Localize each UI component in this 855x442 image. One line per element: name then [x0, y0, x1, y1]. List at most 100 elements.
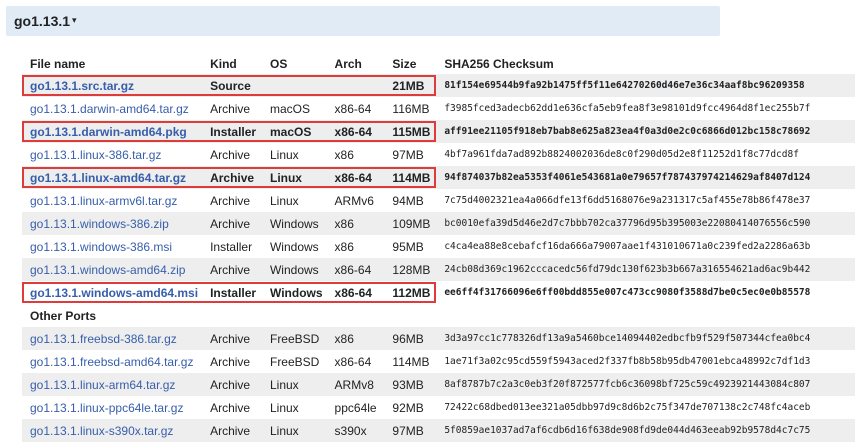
file-link[interactable]: go1.13.1.freebsd-amd64.tar.gz — [22, 350, 203, 373]
file-link[interactable]: go1.13.1.freebsd-386.tar.gz — [22, 327, 203, 350]
os-cell: FreeBSD — [261, 327, 327, 350]
size-cell: 96MB — [384, 327, 437, 350]
file-link[interactable]: go1.13.1.linux-amd64.tar.gz — [22, 166, 203, 189]
file-link[interactable]: go1.13.1.linux-s390x.tar.gz — [22, 419, 203, 442]
kind-cell: Source — [202, 74, 262, 97]
downloads-table: File name Kind OS Arch Size SHA256 Check… — [22, 54, 855, 442]
featured-downloads: go1.13.1.src.tar.gz Source 21MB 81f154e6954… — [22, 74, 855, 304]
kind-cell: Archive — [202, 212, 262, 235]
arch-cell: x86 — [326, 327, 385, 350]
kind-cell: Archive — [202, 373, 262, 396]
table-row: go1.13.1.src.tar.gz Source 21MB 81f154e6954… — [22, 74, 855, 97]
file-link[interactable]: go1.13.1.linux-386.tar.gz — [22, 143, 203, 166]
column-header-size: Size — [392, 57, 417, 71]
arch-cell: x86-64 — [326, 97, 385, 120]
table-row: go1.13.1.linux-ppc64le.tar.gz Archive Linu… — [22, 396, 855, 419]
arch-cell: x86-64 — [326, 258, 385, 281]
size-cell: 112MB — [384, 281, 437, 304]
column-header-arch: Arch — [334, 57, 362, 71]
file-link[interactable]: go1.13.1.linux-armv6l.tar.gz — [22, 189, 203, 212]
file-link[interactable]: go1.13.1.linux-arm64.tar.gz — [22, 373, 203, 396]
file-link[interactable]: go1.13.1.linux-ppc64le.tar.gz — [22, 396, 203, 419]
arch-cell: x86-64 — [326, 350, 385, 373]
os-cell: Linux — [261, 189, 327, 212]
arch-cell: s390x — [326, 419, 385, 442]
os-cell — [261, 74, 327, 97]
file-link[interactable]: go1.13.1.windows-386.zip — [22, 212, 203, 235]
table-row: go1.13.1.freebsd-amd64.tar.gz Archive Free… — [22, 350, 855, 373]
kind-cell: Archive — [202, 327, 262, 350]
column-header-file: File name — [30, 57, 86, 71]
section-row-other-ports: Other Ports — [22, 304, 855, 327]
size-cell: 128MB — [384, 258, 437, 281]
checksum-cell: bc0010efa39d5d46e2d7c7bbb702ca37796d95b3… — [436, 212, 855, 235]
os-cell: Linux — [261, 396, 327, 419]
arch-cell — [326, 74, 385, 97]
size-cell: 97MB — [384, 419, 437, 442]
checksum-cell: 81f154e69544b9fa92b1475ff5f11e64270260d4… — [436, 74, 855, 97]
kind-cell: Archive — [202, 419, 262, 442]
file-link[interactable]: go1.13.1.darwin-amd64.tar.gz — [22, 97, 203, 120]
file-link[interactable]: go1.13.1.src.tar.gz — [22, 74, 203, 97]
table-row: go1.13.1.windows-386.zip Archive Windows x8… — [22, 212, 855, 235]
table-row: go1.13.1.linux-386.tar.gz Archive Linux x86… — [22, 143, 855, 166]
os-cell: Linux — [261, 166, 327, 189]
kind-cell: Archive — [202, 143, 262, 166]
table-row: go1.13.1.windows-386.msi Installer Windows… — [22, 235, 855, 258]
other-ports-downloads: go1.13.1.freebsd-386.tar.gz Archive FreeBS… — [22, 327, 855, 442]
kind-cell: Installer — [202, 281, 262, 304]
table-row: go1.13.1.windows-amd64.zip Archive Windows… — [22, 258, 855, 281]
file-link[interactable]: go1.13.1.windows-amd64.msi — [22, 281, 203, 304]
size-cell: 92MB — [384, 396, 437, 419]
file-link[interactable]: go1.13.1.windows-amd64.zip — [22, 258, 203, 281]
checksum-cell: 1ae71f3a02c95cd559f5943aced2f337fb8b58b9… — [436, 350, 855, 373]
kind-cell: Archive — [202, 258, 262, 281]
table-row: go1.13.1.freebsd-386.tar.gz Archive FreeBS… — [22, 327, 855, 350]
size-cell: 114MB — [384, 350, 437, 373]
os-cell: Linux — [261, 143, 327, 166]
file-link[interactable]: go1.13.1.darwin-amd64.pkg — [22, 120, 203, 143]
checksum-cell: ee6ff4f31766096e6ff00bdd855e007c473cc908… — [436, 281, 855, 304]
kind-cell: Archive — [202, 396, 262, 419]
size-cell: 21MB — [384, 74, 437, 97]
table-row: go1.13.1.darwin-amd64.tar.gz Archive macOS… — [22, 97, 855, 120]
checksum-cell: c4ca4ea88e8cebafcf16da666a79007aae1f4310… — [436, 235, 855, 258]
arch-cell: x86-64 — [326, 120, 385, 143]
size-cell: 116MB — [384, 97, 437, 120]
arch-cell: ppc64le — [326, 396, 385, 419]
checksum-cell: aff91ee21105f918eb7bab8e625a823ea4f0a3d0… — [436, 120, 855, 143]
os-cell: macOS — [261, 97, 327, 120]
table-header-row: File name Kind OS Arch Size SHA256 Check… — [22, 54, 855, 74]
table-row: go1.13.1.darwin-amd64.pkg Installer macOS x… — [22, 120, 855, 143]
version-header[interactable]: go1.13.1 ▾ — [6, 6, 720, 36]
checksum-cell: 8af8787b7c2a3c0eb3f20f872577fcb6c36098bf… — [436, 373, 855, 396]
size-cell: 93MB — [384, 373, 437, 396]
os-cell: Linux — [261, 419, 327, 442]
table-row: go1.13.1.linux-s390x.tar.gz Archive Linux s… — [22, 419, 855, 442]
arch-cell: x86 — [326, 235, 385, 258]
os-cell: Windows — [261, 281, 327, 304]
size-cell: 115MB — [384, 120, 437, 143]
checksum-cell: 7c75d4002321ea4a066dfe13f6dd5168076e9a23… — [436, 189, 855, 212]
size-cell: 95MB — [384, 235, 437, 258]
os-cell: Windows — [261, 212, 327, 235]
collapse-caret-icon[interactable]: ▾ — [72, 15, 77, 26]
arch-cell: x86-64 — [326, 166, 385, 189]
file-link[interactable]: go1.13.1.windows-386.msi — [22, 235, 203, 258]
section-title-other-ports: Other Ports — [22, 304, 855, 327]
os-cell: Windows — [261, 235, 327, 258]
column-header-os: OS — [269, 57, 288, 71]
arch-cell: x86 — [326, 143, 385, 166]
column-header-sha: SHA256 Checksum — [444, 57, 554, 71]
os-cell: Windows — [261, 258, 327, 281]
size-cell: 94MB — [384, 189, 437, 212]
os-cell: Linux — [261, 373, 327, 396]
arch-cell: ARMv6 — [326, 189, 385, 212]
size-cell: 97MB — [384, 143, 437, 166]
checksum-cell: f3985fced3adecb62dd1e636cfa5eb9fea8f3e98… — [436, 97, 855, 120]
kind-cell: Archive — [202, 166, 262, 189]
table-row: go1.13.1.linux-armv6l.tar.gz Archive Linux… — [22, 189, 855, 212]
version-title: go1.13.1 — [14, 13, 71, 29]
table-row: go1.13.1.linux-arm64.tar.gz Archive Linux A… — [22, 373, 855, 396]
table-row: go1.13.1.linux-amd64.tar.gz Archive Linux x… — [22, 166, 855, 189]
